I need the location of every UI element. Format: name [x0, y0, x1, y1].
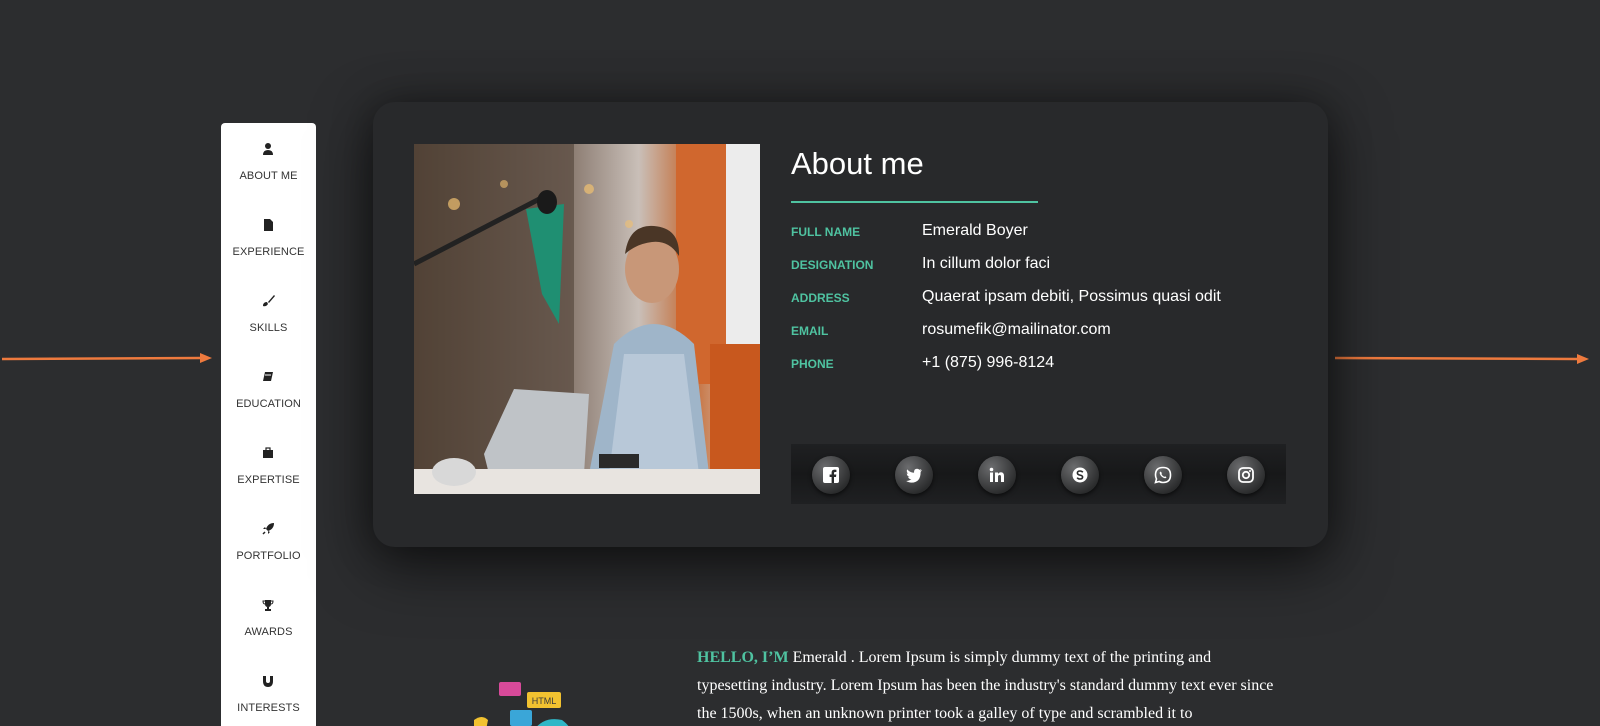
- developer-illustration: HTML: [474, 680, 584, 726]
- nav-label: AWARDS: [244, 626, 293, 638]
- file-icon: [260, 217, 276, 233]
- paintbrush-icon: [260, 293, 276, 309]
- twitter-icon[interactable]: [895, 456, 933, 494]
- nav-item-awards[interactable]: AWARDS: [221, 579, 316, 655]
- info-value: Emerald Boyer: [922, 222, 1028, 239]
- info-value: In cillum dolor faci: [922, 255, 1051, 272]
- nav-item-portfolio[interactable]: PORTFOLIO: [221, 503, 316, 579]
- title-underline: [791, 201, 1038, 203]
- nav-item-expertise[interactable]: EXPERTISE: [221, 427, 316, 503]
- skype-icon[interactable]: [1061, 456, 1099, 494]
- book-icon: [260, 369, 276, 385]
- nav-label: PORTFOLIO: [236, 550, 301, 562]
- html-badge-text: HTML: [532, 696, 557, 706]
- trophy-icon: [260, 597, 276, 613]
- info-label: PHONE: [791, 357, 834, 371]
- nav-item-skills[interactable]: SKILLS: [221, 275, 316, 351]
- intro-hello: HELLO, I’M: [697, 649, 789, 666]
- nav-label: EXPERTISE: [237, 474, 300, 486]
- left-arrow-icon: [2, 352, 212, 366]
- magnet-icon: [260, 673, 276, 689]
- side-navigation: ABOUT ME EXPERIENCE SKILLS EDUCATION EXP…: [221, 123, 316, 726]
- profile-photo: [414, 144, 760, 494]
- info-value[interactable]: +1 (875) 996-8124: [922, 354, 1054, 372]
- info-value[interactable]: rosumefik@mailinator.com: [922, 321, 1111, 339]
- nav-label: EXPERIENCE: [232, 246, 305, 258]
- nav-item-about-me[interactable]: ABOUT ME: [221, 123, 316, 199]
- about-card: About me FULL NAME Emerald Boyer DESIGNA…: [373, 102, 1328, 547]
- linkedin-icon[interactable]: [978, 456, 1016, 494]
- facebook-icon[interactable]: [812, 456, 850, 494]
- user-icon: [260, 141, 276, 157]
- about-title: About me: [791, 146, 924, 181]
- nav-item-interests[interactable]: INTERESTS: [221, 655, 316, 726]
- info-label: ADDRESS: [791, 291, 850, 305]
- nav-item-experience[interactable]: EXPERIENCE: [221, 199, 316, 275]
- instagram-icon[interactable]: [1227, 456, 1265, 494]
- intro-paragraph: HELLO, I’M Emerald . Lorem Ipsum is simp…: [697, 644, 1277, 726]
- social-bar: [791, 444, 1286, 504]
- info-label: DESIGNATION: [791, 258, 874, 272]
- nav-label: INTERESTS: [237, 702, 300, 714]
- briefcase-icon: [260, 445, 276, 461]
- nav-label: SKILLS: [249, 322, 288, 334]
- whatsapp-icon[interactable]: [1144, 456, 1182, 494]
- nav-label: ABOUT ME: [239, 170, 298, 182]
- right-arrow-icon: [1335, 352, 1589, 366]
- info-label: EMAIL: [791, 324, 829, 338]
- info-value: Quaerat ipsam debiti, Possimus quasi odi…: [922, 288, 1221, 305]
- nav-item-education[interactable]: EDUCATION: [221, 351, 316, 427]
- rocket-icon: [260, 521, 276, 537]
- info-label: FULL NAME: [791, 225, 861, 239]
- nav-label: EDUCATION: [236, 398, 301, 410]
